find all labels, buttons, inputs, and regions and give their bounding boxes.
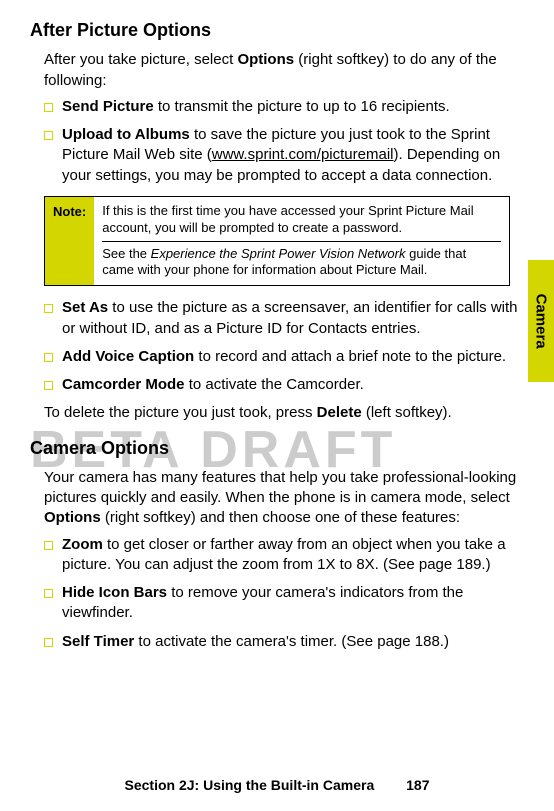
side-tab: Camera xyxy=(528,260,554,382)
footer-page-number: 187 xyxy=(406,777,429,793)
delete-instruction: To delete the picture you just took, pre… xyxy=(44,403,524,423)
note-label: Note: xyxy=(45,197,94,286)
heading-after-picture-options: After Picture Options xyxy=(30,18,524,42)
intro-paragraph-2: Your camera has many features that help … xyxy=(44,468,524,529)
heading-camera-options: Camera Options xyxy=(30,436,524,460)
list-item: Zoom to get closer or farther away from … xyxy=(44,535,524,576)
page-content: After Picture Options After you take pic… xyxy=(30,18,524,652)
list-item: Send Picture to transmit the picture to … xyxy=(44,97,524,117)
page-footer: Section 2J: Using the Built-in Camera 18… xyxy=(0,776,554,795)
side-tab-label: Camera xyxy=(531,293,551,348)
footer-section: Section 2J: Using the Built-in Camera xyxy=(125,777,375,793)
note-content: If this is the first time you have acces… xyxy=(94,197,509,286)
list-item: Hide Icon Bars to remove your camera's i… xyxy=(44,583,524,624)
list-item: Add Voice Caption to record and attach a… xyxy=(44,347,524,367)
options-list-2: Set As to use the picture as a screensav… xyxy=(44,298,524,395)
options-list-3: Zoom to get closer or farther away from … xyxy=(44,535,524,652)
list-item: Camcorder Mode to activate the Camcorder… xyxy=(44,375,524,395)
list-item: Self Timer to activate the camera's time… xyxy=(44,632,524,652)
intro-paragraph-1: After you take picture, select Options (… xyxy=(44,50,524,91)
options-list-1: Send Picture to transmit the picture to … xyxy=(44,97,524,186)
note-box: Note: If this is the first time you have… xyxy=(44,196,510,287)
note-divider xyxy=(102,241,501,242)
list-item: Set As to use the picture as a screensav… xyxy=(44,298,524,339)
list-item: Upload to Albums to save the picture you… xyxy=(44,125,524,186)
